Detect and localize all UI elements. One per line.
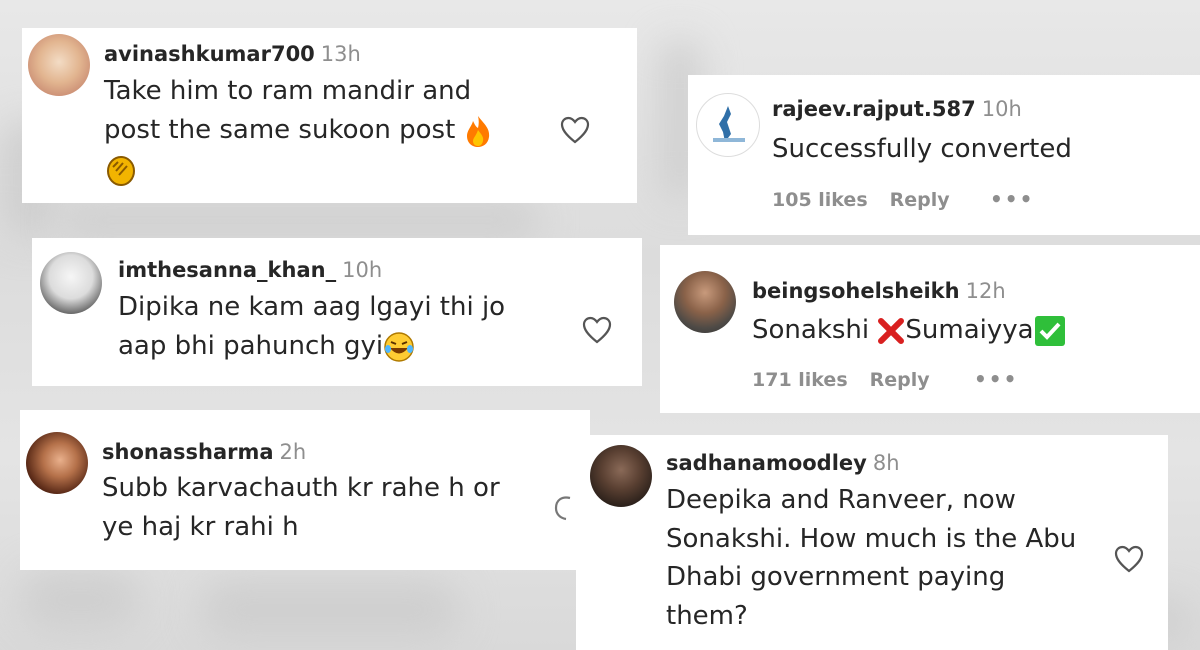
comment-time: 13h (320, 42, 361, 66)
comment-username[interactable]: sadhanamoodley 8h (666, 451, 900, 475)
comment-text: Take him to ram mandir and post the same… (104, 72, 584, 189)
comment-username[interactable]: beingsohelsheikh 12h (752, 279, 1006, 303)
comment-line-with-emoji: post the same sukoon post (104, 111, 584, 150)
reply-button[interactable]: Reply (870, 369, 930, 391)
avatar[interactable] (674, 271, 736, 333)
comment-card: shonassharma 2h Subb karvachauth kr rahe … (20, 410, 590, 570)
username-text[interactable]: rajeev.rajput.587 (772, 97, 976, 121)
avatar[interactable] (26, 432, 88, 494)
comment-line-emoji (104, 150, 584, 189)
comment-time: 10h (981, 97, 1022, 121)
comment-card: sadhanamoodley 8h Deepika and Ranveer, no… (576, 435, 1168, 650)
username-text[interactable]: beingsohelsheikh (752, 279, 960, 303)
fire-emoji-icon (466, 115, 489, 147)
comment-line: them? (666, 600, 748, 631)
username-text[interactable]: sadhanamoodley (666, 451, 867, 475)
like-heart-icon[interactable] (550, 494, 574, 522)
more-options-icon[interactable]: ••• (974, 367, 1018, 391)
comment-username[interactable]: imthesanna_khan_ 10h (118, 258, 382, 282)
comment-meta: 171 likes Reply (752, 369, 952, 391)
laughing-tears-emoji-icon (384, 331, 414, 362)
comment-card: rajeev.rajput.587 10h Successfully conver… (688, 75, 1200, 235)
comment-card: beingsohelsheikh 12h Sonakshi Sumaiyya 17… (660, 245, 1200, 413)
more-options-icon[interactable]: ••• (990, 187, 1034, 211)
comment-time: 10h (342, 258, 383, 282)
comment-time: 12h (965, 279, 1006, 303)
username-text[interactable]: imthesanna_khan_ (118, 258, 336, 282)
username-text[interactable]: avinashkumar700 (104, 42, 315, 66)
comment-card: avinashkumar700 13h Take him to ram mandi… (22, 28, 637, 203)
comment-text: Successfully converted (772, 134, 1072, 164)
comment-time: 8h (872, 451, 900, 475)
comment-line: Subb karvachauth kr rahe h or (102, 473, 500, 503)
avatar[interactable] (590, 445, 652, 507)
comment-username[interactable]: rajeev.rajput.587 10h (772, 97, 1022, 121)
clapping-hands-emoji-icon (107, 155, 135, 186)
comment-card: imthesanna_khan_ 10h Dipika ne kam aag lg… (32, 238, 642, 386)
comment-text: Dipika ne kam aag lgayi thi jo aap bhi p… (118, 288, 598, 366)
comment-text: Subb karvachauth kr rahe h or ye haj kr … (102, 469, 562, 547)
comment-text: Sonakshi Sumaiyya (752, 311, 1066, 350)
like-heart-icon[interactable] (582, 316, 612, 344)
comment-line: Take him to ram mandir and (104, 76, 472, 106)
comment-line: post the same sukoon post (104, 115, 456, 145)
like-heart-icon[interactable] (560, 116, 590, 144)
comment-line: aap bhi pahunch gyi (118, 331, 384, 361)
avatar[interactable] (696, 93, 760, 157)
comment-word: Sumaiyya (905, 315, 1034, 345)
check-mark-emoji-icon (1034, 315, 1065, 346)
likes-count[interactable]: 171 likes (752, 369, 848, 391)
avatar[interactable] (28, 34, 90, 96)
like-heart-icon[interactable] (1114, 545, 1144, 573)
comment-line: ye haj kr rahi h (102, 512, 299, 542)
cross-mark-emoji-icon (878, 317, 905, 344)
avatar[interactable] (40, 252, 102, 314)
comment-username[interactable]: avinashkumar700 13h (104, 42, 361, 66)
username-text[interactable]: shonassharma (102, 440, 274, 464)
comment-text: Deepika and Ranveer, now Sonakshi. How m… (666, 481, 1106, 635)
comment-meta: 105 likes Reply (772, 189, 972, 211)
comment-word: Sonakshi (752, 315, 870, 345)
comment-line: Dipika ne kam aag lgayi thi jo (118, 292, 506, 322)
comment-line: Dhabi government paying (666, 562, 1006, 592)
likes-count[interactable]: 105 likes (772, 189, 868, 211)
comment-line: Deepika and Ranveer, now (666, 485, 1016, 515)
reply-button[interactable]: Reply (890, 189, 950, 211)
comment-username[interactable]: shonassharma 2h (102, 440, 306, 464)
comment-line-with-emoji: aap bhi pahunch gyi (118, 327, 598, 366)
avatar-figure-icon (713, 106, 745, 142)
comment-line: Sonakshi. How much is the Abu (666, 523, 1077, 554)
comment-time: 2h (279, 440, 307, 464)
